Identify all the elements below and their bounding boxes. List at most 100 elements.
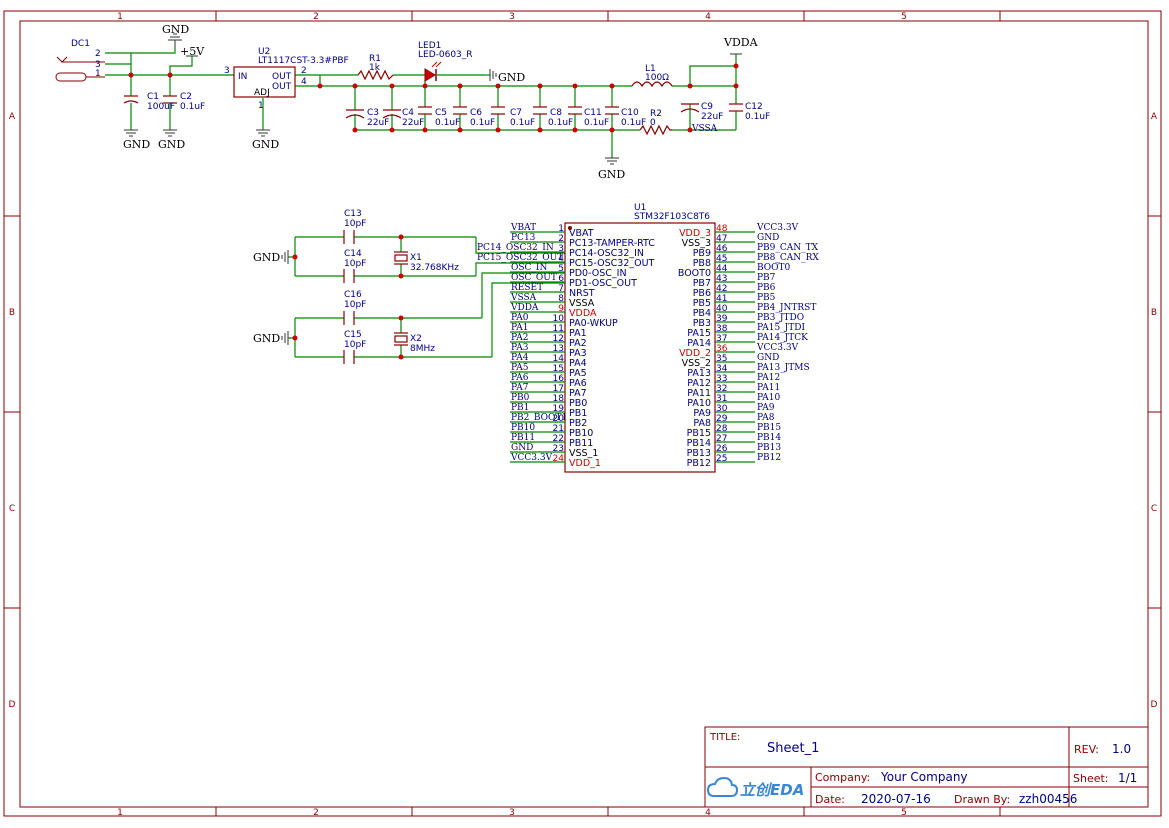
pin-number: 43 [716,274,727,284]
gnd-net-label: GND [253,251,280,264]
pin-number: 28 [716,424,728,434]
column-label: 2 [313,12,319,22]
pin-number: 31 [716,394,727,404]
c15-capacitor [343,350,355,364]
c13-capacitor [343,230,355,244]
rev-label: REV: [1074,743,1099,756]
c12-capacitor [729,103,743,112]
pin-net-label: PA9 [757,403,775,413]
cap-ref: C6 [470,108,482,118]
title-block: TITLE: Sheet_1 REV: 1.0 Company: Your Co… [704,726,1149,808]
cap-ref: C4 [402,108,414,118]
pin-number: 26 [716,444,728,454]
pin-net-label: PA8 [757,413,775,423]
pin-number: 44 [716,264,728,274]
row-label: D [1151,700,1158,710]
crystal-val: 32.768KHz [410,263,459,273]
crystal-ref: X1 [410,253,422,263]
pin-net-label: PA2 [511,333,528,343]
pin-net-label: GND [757,233,779,243]
stm32-mcu[interactable]: U1 STM32F103C8T6 VBAT 1 VBATPC13 2 PC13-TAMP… [510,203,819,473]
gnd-net-label: GND [123,138,150,151]
gnd-icon [256,129,270,137]
cap-ref: C11 [584,108,602,118]
pin-net-label: PB9_CAN_TX [757,243,819,253]
pin-net-label: GND [757,353,779,363]
pin-net-label: BOOT0 [757,263,791,273]
pin-net-label: GND [511,443,533,453]
vdda-net-label: VDDA [723,36,759,49]
date-value: 2020-07-16 [861,792,931,806]
cap-val: 10pF [344,340,366,350]
pin-net-label: PA13_JTMS [757,363,810,373]
gnd-net-label: GND [158,138,185,151]
r1-resistor[interactable]: R1 1k [357,54,394,81]
pin-number: 39 [716,314,728,324]
pin-number: 15 [553,364,564,374]
mcu-pin-48[interactable]: 48VDD_3 VCC3.3V [679,223,799,239]
gnd-net-label: GND [598,168,625,181]
drawn-label: Drawn By: [954,793,1010,806]
dc-jack[interactable]: DC1 2 3 1 [55,39,105,82]
column-label: 1 [117,808,123,818]
pin-number: 24 [553,454,565,464]
cap-ref: C10 [621,108,639,118]
drawn-value: zzh00456 [1019,792,1077,806]
cap-val: 22uF [701,112,723,122]
osc-ground-symbols [281,250,289,345]
pin-number: 29 [716,414,728,424]
l1-inductor[interactable]: L1 100Ω [631,64,673,88]
pin-net-label: PA1 [511,323,528,333]
company-value: Your Company [880,770,968,784]
column-label: 5 [901,12,907,22]
schematic-canvas[interactable]: 1 2 3 4 5 1 2 3 4 5 A B C D A B C D TITL… [0,0,1169,828]
r2-val: 0 [650,118,656,128]
pin-net-label: OSC_OUT [511,273,557,283]
dc1-pin: 2 [95,49,101,59]
pin-net-label: PB7 [757,273,776,283]
pin-number: 4 [558,254,564,264]
u2-pin-in: IN [238,72,247,82]
pin-number: 33 [716,374,727,384]
c5-capacitor [418,106,432,115]
cap-val: 100uF [147,102,175,112]
cap-val: 0.1uF [548,118,573,128]
cap-ref: C13 [344,209,362,219]
gnd-icon [281,331,289,345]
pin-net-label: PB12 [757,453,781,463]
pin-number: 13 [553,344,564,354]
gnd-icon [605,157,619,165]
pin-net-label: PB6 [757,283,776,293]
row-label: A [9,112,16,122]
pin-number: 14 [553,354,565,364]
sheet-label: Sheet: [1073,772,1109,785]
pin-number: 7 [558,284,564,294]
pin-net-label: PA10 [757,393,780,403]
pin-net-label: VCC3.3V [756,343,799,353]
cap-ref: C8 [550,108,562,118]
u2-regulator[interactable]: U2 LT1117CST-3.3#PBF IN OUT OUT ADJ 3 2 … [224,47,349,111]
u2-pin-num: 4 [301,77,307,87]
u2-pin-num: 3 [224,66,230,76]
x1-crystal [394,251,408,265]
cloud-icon [706,776,739,797]
pin-number: 21 [553,424,564,434]
c1-capacitor [123,95,139,104]
pin-number: 27 [716,434,727,444]
crystal-ref: X2 [410,334,422,344]
gnd-net-label: GND [162,23,189,36]
pin-number: 46 [716,244,728,254]
row-label: C [1151,504,1157,514]
pin-number: 45 [716,254,727,264]
pin-number: 23 [553,444,564,454]
pin-number: 36 [716,344,728,354]
u2-pin-num: 1 [258,101,264,111]
column-label: 2 [313,808,319,818]
gnd-net-label: GND [498,71,525,84]
pin-net-label: PB5 [757,293,776,303]
dc1-ref: DC1 [71,39,90,49]
cap-ref: C5 [435,108,447,118]
pin-number: 2 [558,234,564,244]
cap-ref: C2 [180,92,192,102]
cap-ref: C7 [510,108,522,118]
